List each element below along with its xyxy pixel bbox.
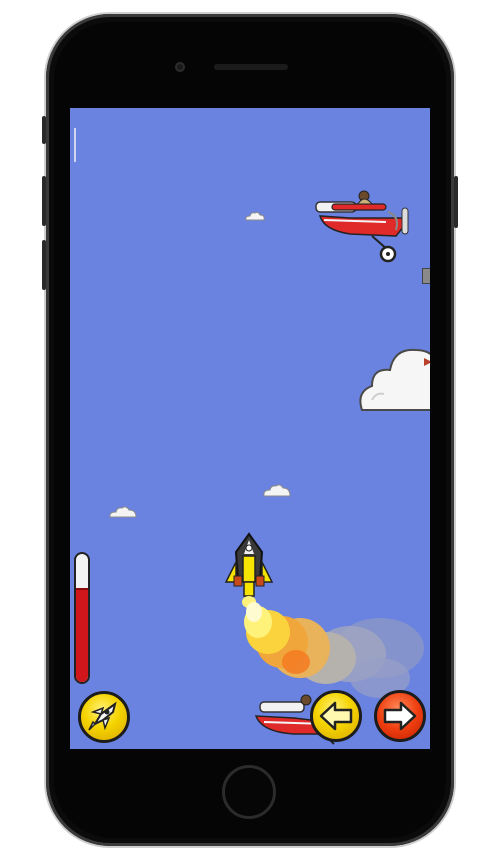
front-camera bbox=[175, 62, 185, 72]
volume-down-button bbox=[42, 240, 46, 290]
arrow-left-icon bbox=[319, 701, 353, 731]
home-button[interactable] bbox=[222, 765, 276, 819]
move-left-button[interactable] bbox=[310, 690, 362, 742]
cloud-small-2 bbox=[263, 484, 291, 497]
debris-object bbox=[422, 268, 430, 284]
fuel-gauge bbox=[74, 552, 90, 684]
cloud-small-1 bbox=[245, 211, 265, 221]
fuel-gauge-fill bbox=[76, 587, 88, 682]
screen-edge-marker bbox=[74, 128, 76, 162]
biplane-enemy-top bbox=[315, 190, 409, 263]
boost-button[interactable] bbox=[78, 691, 130, 743]
rocket-boost-icon bbox=[88, 701, 117, 731]
arrow-right-icon bbox=[383, 701, 417, 731]
move-right-button[interactable] bbox=[374, 690, 426, 742]
cloud-large bbox=[359, 348, 430, 411]
power-button bbox=[454, 176, 458, 228]
earpiece-speaker bbox=[214, 64, 288, 70]
game-screen[interactable] bbox=[70, 108, 430, 749]
silent-switch bbox=[42, 116, 46, 144]
volume-up-button bbox=[42, 176, 46, 226]
cloud-small-3 bbox=[109, 506, 137, 518]
